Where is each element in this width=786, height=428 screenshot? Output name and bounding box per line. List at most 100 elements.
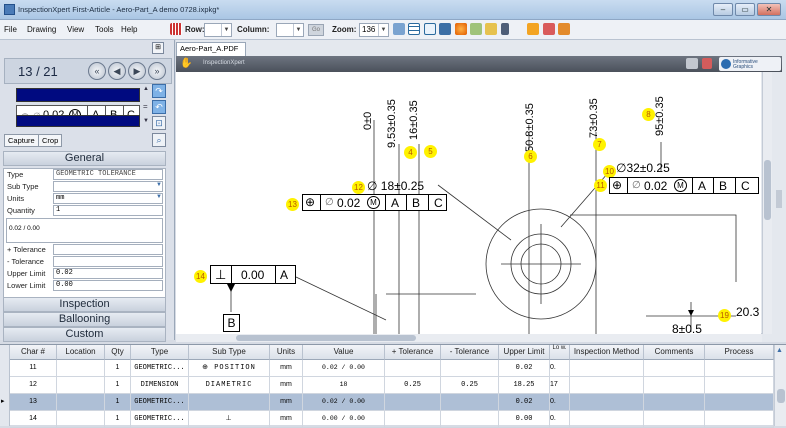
cell-process[interactable] <box>705 411 774 428</box>
cell-plus-tol[interactable]: 0.25 <box>385 377 441 394</box>
menu-tools[interactable]: Tools <box>95 25 114 34</box>
cell-upper-limit[interactable]: 18.25 <box>499 377 550 394</box>
next-page-button[interactable]: ▶ <box>128 62 146 80</box>
vertical-scroll-thumb[interactable] <box>764 160 771 220</box>
cell-process[interactable] <box>705 360 774 377</box>
capture-button[interactable]: Capture <box>4 134 39 147</box>
balloon-7[interactable]: 7 <box>593 138 606 151</box>
cell-type[interactable]: DIMENSION <box>131 377 189 394</box>
cell-lower-limit[interactable]: 0. <box>550 411 570 428</box>
chevron-up-icon[interactable]: ▲ <box>776 347 783 354</box>
palette-icon[interactable] <box>686 58 698 69</box>
cell-comments[interactable] <box>644 411 705 428</box>
check-tool-icon[interactable] <box>470 23 482 35</box>
cell-qty[interactable]: 1 <box>105 377 131 394</box>
cell-char[interactable]: 12 <box>10 377 57 394</box>
menu-view[interactable]: View <box>67 25 84 34</box>
cell-plus-tol[interactable] <box>385 394 441 411</box>
value-note-field[interactable]: 0.02 / 0.00 <box>6 218 163 243</box>
cell-subtype[interactable]: ⊕ POSITION <box>189 360 270 377</box>
cell-process[interactable] <box>705 394 774 411</box>
cell-units[interactable]: mm <box>270 394 303 411</box>
col-header-char[interactable]: Char # <box>10 345 57 360</box>
cell-inspection-method[interactable] <box>570 394 644 411</box>
cell-value[interactable]: 0.02 / 0.00 <box>303 360 385 377</box>
cell-lower-limit[interactable]: 0. <box>550 394 570 411</box>
col-header-type[interactable]: Type <box>131 345 189 360</box>
cell-units[interactable]: mm <box>270 377 303 394</box>
col-header-lower-limit[interactable]: Lo w. <box>550 345 570 360</box>
marker-icon[interactable] <box>485 23 497 35</box>
cell-minus-tol[interactable] <box>441 411 499 428</box>
excel-icon[interactable] <box>558 23 570 35</box>
cell-comments[interactable] <box>644 377 705 394</box>
cell-plus-tol[interactable] <box>385 360 441 377</box>
custom-section-header[interactable]: Custom <box>3 327 166 342</box>
minus-tolerance-field[interactable] <box>53 256 163 267</box>
lower-limit-field[interactable]: 0.00 <box>53 280 163 291</box>
balloon-13[interactable]: 13 <box>286 198 299 211</box>
horizontal-scroll-thumb[interactable] <box>236 335 416 341</box>
col-header-location[interactable]: Location <box>57 345 105 360</box>
subtype-select[interactable] <box>53 181 163 192</box>
units-select[interactable]: mm <box>53 193 163 204</box>
cell-value[interactable]: 0.00 / 0.00 <box>303 411 385 428</box>
cell-qty[interactable]: 1 <box>105 411 131 428</box>
text-cursor-icon[interactable] <box>501 23 509 35</box>
upper-limit-field[interactable]: 0.02 <box>53 268 163 279</box>
balloon-8[interactable]: 8 <box>642 108 655 121</box>
cell-upper-limit[interactable]: 0.00 <box>499 411 550 428</box>
balloon-4[interactable]: 4 <box>404 146 417 159</box>
cell-location[interactable] <box>57 411 105 428</box>
chevron-up-icon[interactable]: ▲ <box>143 86 149 92</box>
search-icon[interactable]: ⌕ <box>152 133 166 147</box>
cell-process[interactable] <box>705 377 774 394</box>
zoom-fit-icon[interactable]: ⊡ <box>152 116 166 130</box>
general-section-header[interactable]: General <box>3 151 166 166</box>
cell-inspection-method[interactable] <box>570 411 644 428</box>
hand-icon[interactable]: ✋ <box>180 58 192 69</box>
prev-page-button[interactable]: ◀ <box>108 62 126 80</box>
splitter-handle[interactable] <box>776 190 782 208</box>
cell-units[interactable]: mm <box>270 360 303 377</box>
grid-icon[interactable] <box>170 23 182 35</box>
cell-subtype[interactable]: ⊥ <box>189 411 270 428</box>
balloon-tool-icon[interactable] <box>455 23 467 35</box>
ballooning-section-header[interactable]: Ballooning <box>3 312 166 327</box>
cell-lower-limit[interactable]: 17 <box>550 377 570 394</box>
grid-scroll-thumb[interactable] <box>777 389 785 403</box>
cell-comments[interactable] <box>644 360 705 377</box>
crop-button[interactable]: Crop <box>38 134 63 147</box>
last-page-button[interactable]: » <box>148 62 166 80</box>
report-icon[interactable] <box>543 23 555 35</box>
menu-drawing[interactable]: Drawing <box>27 25 56 34</box>
column-combo[interactable]: ▼ <box>276 23 304 37</box>
col-header-plus-tol[interactable]: + Tolerance <box>385 345 441 360</box>
cell-minus-tol[interactable] <box>441 394 499 411</box>
cell-char[interactable]: 13 <box>10 394 57 411</box>
balloon-12[interactable]: 12 <box>352 181 365 194</box>
fit-page-icon[interactable] <box>408 23 420 35</box>
cell-comments[interactable] <box>644 394 705 411</box>
col-header-upper-limit[interactable]: Upper Limit <box>499 345 550 360</box>
vertical-scrollbar[interactable] <box>762 72 772 334</box>
rotate-ccw-icon[interactable]: ↶ <box>152 100 166 114</box>
cell-minus-tol[interactable] <box>441 360 499 377</box>
minimize-button[interactable]: – <box>713 3 733 16</box>
stamp-icon[interactable] <box>702 58 712 69</box>
col-header-qty[interactable]: Qty <box>105 345 131 360</box>
cell-location[interactable] <box>57 360 105 377</box>
cell-subtype[interactable] <box>189 394 270 411</box>
fit-width-icon[interactable] <box>424 23 436 35</box>
cell-type[interactable]: GEOMETRIC... <box>131 360 189 377</box>
plus-tolerance-field[interactable] <box>53 244 163 255</box>
col-header-units[interactable]: Units <box>270 345 303 360</box>
col-header-subtype[interactable]: Sub Type <box>189 345 270 360</box>
tab-aero-part-pdf[interactable]: Aero-Part_A.PDF <box>176 42 246 56</box>
cell-char[interactable]: 11 <box>10 360 57 377</box>
cell-upper-limit[interactable]: 0.02 <box>499 394 550 411</box>
cell-inspection-method[interactable] <box>570 360 644 377</box>
cell-location[interactable] <box>57 394 105 411</box>
rotate-cw-icon[interactable]: ↷ <box>152 84 166 98</box>
quantity-field[interactable]: 1 <box>53 205 163 216</box>
